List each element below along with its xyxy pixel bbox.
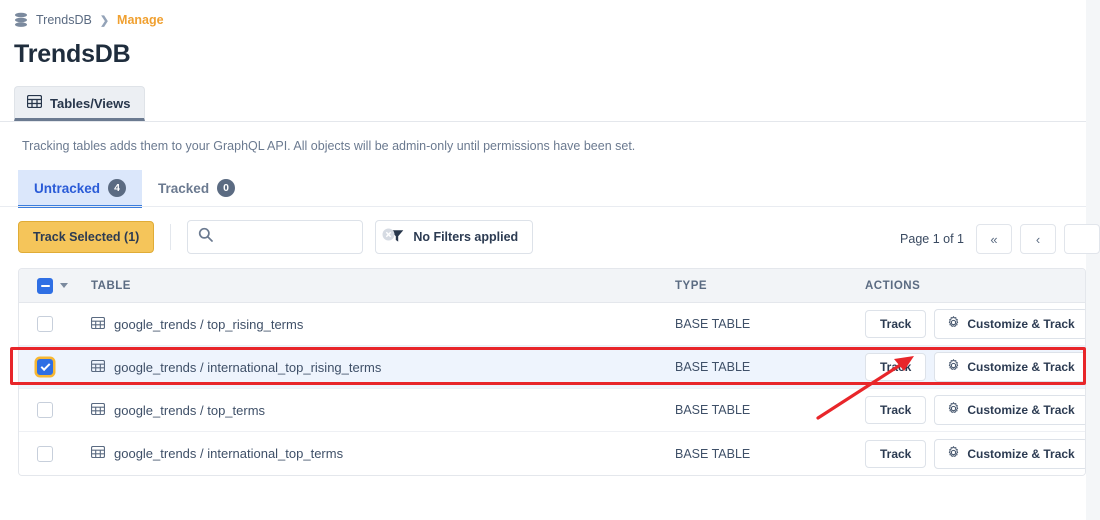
- gear-icon: [947, 445, 960, 462]
- row-select-cell: [19, 316, 91, 332]
- header-select-cell: [19, 277, 91, 294]
- chevron-down-icon[interactable]: [60, 283, 68, 288]
- first-page-button[interactable]: «: [976, 224, 1012, 254]
- table-name: google_trends / top_terms: [114, 402, 266, 418]
- table-toolbar: Track Selected (1) No Filters applied: [18, 220, 534, 254]
- toolbar-divider: [170, 224, 172, 250]
- customize-label: Customize & Track: [967, 446, 1075, 461]
- customize-and-track-button[interactable]: Customize & Track: [934, 352, 1085, 382]
- select-all-checkbox[interactable]: [37, 277, 53, 294]
- row-type-cell: BASE TABLE: [675, 403, 751, 417]
- table-grid-icon: [26, 94, 43, 111]
- gear-icon: [947, 402, 960, 418]
- customize-and-track-button[interactable]: Customize & Track: [934, 438, 1085, 469]
- table-row[interactable]: google_trends / top_terms BASE TABLE Tra…: [19, 389, 1085, 432]
- track-button[interactable]: Track: [865, 439, 927, 468]
- sub-tab-bar: Untracked 4 Tracked 0: [18, 170, 251, 208]
- table-grid-icon: [90, 402, 106, 418]
- filters-button[interactable]: No Filters applied: [375, 220, 534, 254]
- tab-label: Tables/Views: [50, 95, 131, 111]
- header-table-column: TABLE: [91, 279, 131, 292]
- table-grid-icon: [90, 316, 106, 332]
- search-input[interactable]: [221, 230, 383, 244]
- table-name: google_trends / international_top_rising…: [114, 359, 382, 375]
- row-name-cell: google_trends / international_top_terms: [90, 445, 675, 461]
- customize-label: Customize & Track: [967, 403, 1075, 417]
- filters-label: No Filters applied: [413, 230, 519, 244]
- row-checkbox[interactable]: [37, 359, 53, 375]
- page-title: TrendsDB: [14, 40, 131, 68]
- row-type-cell: BASE TABLE: [675, 446, 751, 461]
- page-description: Tracking tables adds them to your GraphQ…: [22, 139, 636, 153]
- tracked-count-badge: 0: [217, 179, 236, 197]
- row-select-cell: [19, 445, 91, 462]
- search-box[interactable]: [187, 220, 395, 254]
- row-select-cell: [19, 402, 91, 418]
- next-page-button[interactable]: [1064, 224, 1100, 254]
- row-checkbox[interactable]: [37, 445, 53, 462]
- untracked-count-badge: 4: [108, 179, 127, 197]
- clear-circle-icon[interactable]: [382, 228, 395, 246]
- table-row[interactable]: google_trends / international_top_rising…: [19, 346, 1085, 389]
- table-name: google_trends / international_top_terms: [114, 446, 344, 461]
- app-page: TrendsDB ❯ Manage TrendsDB Tables/Views …: [0, 0, 1100, 520]
- row-name-cell: google_trends / top_rising_terms: [90, 316, 675, 332]
- table-row[interactable]: google_trends / top_rising_terms BASE TA…: [19, 303, 1085, 346]
- row-checkbox[interactable]: [37, 316, 53, 332]
- prev-page-button[interactable]: ‹: [1020, 224, 1056, 254]
- customize-and-track-button[interactable]: Customize & Track: [934, 309, 1085, 339]
- gear-icon: [947, 316, 960, 332]
- row-actions-cell: Track Customize & Track: [865, 395, 1085, 425]
- right-gutter: [1086, 0, 1100, 520]
- sub-tab-untracked[interactable]: Untracked 4: [18, 170, 143, 208]
- customize-label: Customize & Track: [967, 317, 1075, 331]
- page-indicator: Page 1 of 1: [900, 232, 964, 246]
- sub-tab-label: Untracked: [34, 180, 101, 196]
- customize-and-track-button[interactable]: Customize & Track: [934, 395, 1085, 425]
- table-grid-icon: [90, 359, 106, 375]
- sub-tab-baseline-divider: [0, 206, 1086, 207]
- pagination: Page 1 of 1 « ‹: [900, 224, 1100, 254]
- breadcrumb-current[interactable]: Manage: [117, 13, 164, 27]
- row-type-cell: BASE TABLE: [675, 360, 751, 374]
- header-type-column: TYPE: [675, 279, 708, 292]
- table-name: google_trends / top_rising_terms: [114, 316, 304, 332]
- breadcrumb-separator: ❯: [99, 14, 110, 27]
- row-checkbox[interactable]: [37, 402, 53, 418]
- table-header-row: TABLE TYPE ACTIONS: [19, 269, 1085, 303]
- track-button[interactable]: Track: [865, 310, 927, 338]
- sub-tab-tracked[interactable]: Tracked 0: [142, 170, 251, 208]
- track-button[interactable]: Track: [865, 353, 927, 381]
- row-name-cell: google_trends / international_top_rising…: [90, 359, 675, 375]
- tab-tables-views[interactable]: Tables/Views: [14, 86, 146, 121]
- row-name-cell: google_trends / top_terms: [90, 402, 675, 418]
- breadcrumb: TrendsDB ❯ Manage: [14, 12, 164, 28]
- sub-tab-label: Tracked: [158, 180, 210, 196]
- tables-list-card: TABLE TYPE ACTIONS google_trends / top_r…: [18, 268, 1086, 476]
- row-actions-cell: Track Customize & Track: [865, 438, 1085, 469]
- search-icon: [198, 227, 214, 247]
- gear-icon: [947, 359, 960, 375]
- row-actions-cell: Track Customize & Track: [865, 309, 1085, 339]
- header-actions-column: ACTIONS: [865, 279, 921, 292]
- customize-label: Customize & Track: [967, 360, 1075, 374]
- track-selected-button[interactable]: Track Selected (1): [18, 221, 155, 253]
- database-icon: [14, 12, 28, 28]
- row-type-cell: BASE TABLE: [675, 317, 751, 331]
- row-select-cell: [19, 359, 91, 375]
- table-grid-icon: [90, 445, 106, 461]
- breadcrumb-root[interactable]: TrendsDB: [36, 13, 92, 27]
- tab-baseline-divider: [0, 121, 1086, 122]
- row-actions-cell: Track Customize & Track: [865, 352, 1085, 382]
- top-tab-bar: Tables/Views: [14, 86, 146, 121]
- table-row[interactable]: google_trends / international_top_terms …: [19, 432, 1085, 475]
- track-button[interactable]: Track: [865, 396, 927, 424]
